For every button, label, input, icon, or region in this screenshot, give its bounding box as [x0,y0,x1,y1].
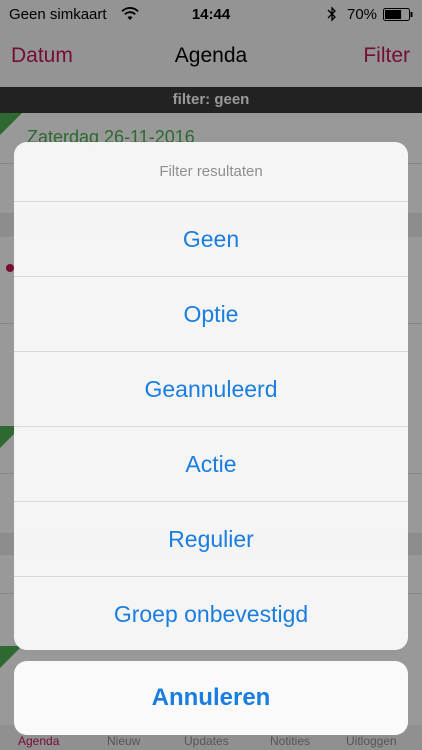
action-sheet-title: Filter resultaten [159,163,263,180]
option-geen[interactable]: Geen [14,201,408,276]
filter-action-sheet: Filter resultaten Geen Optie Geannuleerd… [14,142,408,650]
option-actie[interactable]: Actie [14,426,408,501]
option-optie[interactable]: Optie [14,276,408,351]
option-groep-onbevestigd[interactable]: Groep onbevestigd [14,576,408,650]
option-geannuleerd[interactable]: Geannuleerd [14,351,408,426]
cancel-button[interactable]: Annuleren [14,661,408,735]
screen: Geen simkaart 14:44 70% Datum Agenda Fil… [0,0,422,750]
option-regulier[interactable]: Regulier [14,501,408,576]
